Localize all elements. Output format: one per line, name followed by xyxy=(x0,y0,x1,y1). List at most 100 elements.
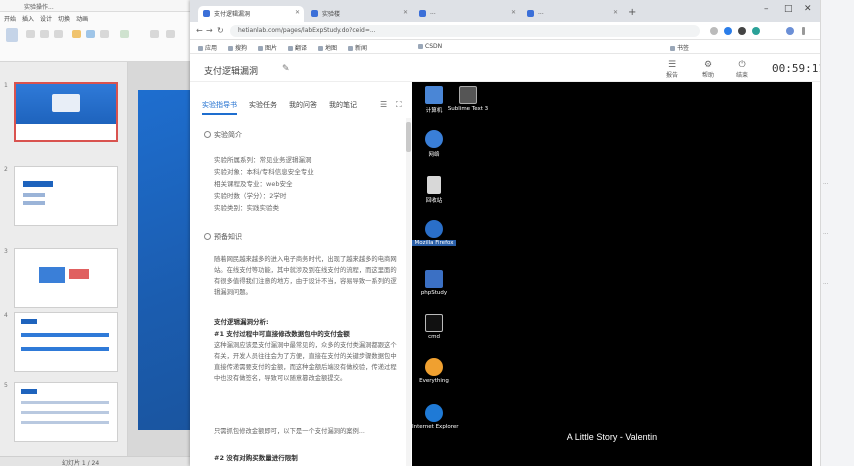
desktop-icon-recycle-bin[interactable]: 回收站 xyxy=(412,176,456,204)
ppt-tab-design[interactable]: 设计 xyxy=(40,14,52,23)
tab-label: ... xyxy=(430,9,436,16)
tab-4[interactable]: ... ✕ xyxy=(522,6,622,22)
slide-counter: 幻灯片 1 / 24 xyxy=(62,460,100,466)
tab-guide[interactable]: 实验指导书 xyxy=(202,100,237,115)
end-button[interactable]: ⏻ 结束 xyxy=(736,60,748,79)
bookmark-item[interactable]: CSDN xyxy=(418,43,442,50)
ppt-tab-home[interactable]: 开始 xyxy=(4,14,16,23)
background-text: ... xyxy=(823,230,829,236)
slide-thumb-2[interactable] xyxy=(14,166,118,226)
slide-thumb-3[interactable] xyxy=(14,248,118,308)
desktop-icon-sublime[interactable]: Sublime Text 3 xyxy=(446,86,490,112)
paragraph: 只需抓包修改金额即可，以下是一个支付漏洞的案例... xyxy=(214,428,365,435)
profile-avatar-icon[interactable] xyxy=(786,27,794,35)
bookmark-item[interactable]: 地图 xyxy=(318,43,337,52)
help-icon: ⚙ xyxy=(703,60,713,70)
browser-window: 支付逻辑漏洞 ✕ 实验楼 ✕ ... ✕ ... ✕ + – □ ✕ ← → ↻… xyxy=(190,0,825,466)
layout-icon[interactable] xyxy=(120,30,129,38)
info-audience: 实验对象：本科/专科信息安全专业 xyxy=(214,168,314,176)
screen: 实验操作... 开始 插入 设计 切换 动画 1 2 3 4 5 幻灯片 1 /… xyxy=(0,0,854,466)
bookmark-item[interactable]: 翻译 xyxy=(288,43,307,52)
extension-icon[interactable] xyxy=(724,27,732,35)
minimize-icon[interactable]: – xyxy=(764,4,769,14)
close-window-icon[interactable]: ✕ xyxy=(804,4,812,14)
close-tab-icon[interactable]: ✕ xyxy=(295,9,300,16)
shape-icon[interactable] xyxy=(72,30,81,38)
maximize-icon[interactable]: □ xyxy=(784,4,793,14)
music-caption: A Little Story - Valentin xyxy=(566,432,658,442)
bookmark-item[interactable]: 新闻 xyxy=(348,43,367,52)
ppt-ribbon: 开始 插入 设计 切换 动画 xyxy=(0,12,190,62)
bookmark-item[interactable]: 书签 xyxy=(670,43,689,52)
paragraph: 这种漏洞应该是支付漏洞中最常见的，众多的支付类漏洞都跟这个有关，开发人员往往会为… xyxy=(214,342,397,382)
desktop-icon-cmd[interactable]: cmd xyxy=(412,314,456,340)
site-favicon-icon xyxy=(311,10,318,17)
ppt-tab-animation[interactable]: 动画 xyxy=(76,14,88,23)
desktop-icon-ie[interactable]: Internet Explorer xyxy=(412,404,459,430)
textbox-icon[interactable] xyxy=(100,30,109,38)
extension-icon[interactable] xyxy=(752,27,760,35)
close-tab-icon[interactable]: ✕ xyxy=(613,9,618,16)
help-button[interactable]: ⚙ 帮助 xyxy=(702,60,714,79)
bookmark-item[interactable]: 搜狗 xyxy=(228,43,247,52)
lab-page: 支付逻辑漏洞 ✎ ☰ 报告 ⚙ 帮助 ⏻ 结束 00:59:11 实验指导书 实… xyxy=(190,54,825,466)
tab-label: ... xyxy=(538,9,544,16)
bookmark-item[interactable]: 应用 xyxy=(198,43,217,52)
report-button[interactable]: ☰ 报告 xyxy=(666,60,678,79)
background-text: ... xyxy=(823,280,829,286)
forward-icon[interactable]: → xyxy=(206,26,213,35)
remote-desktop[interactable]: 计算机 Sublime Text 3 网络 回收站 Mozilla Firefo… xyxy=(412,82,812,466)
slide-thumb-1[interactable] xyxy=(14,82,118,142)
close-tab-icon[interactable]: ✕ xyxy=(403,9,408,16)
close-tab-icon[interactable]: ✕ xyxy=(511,9,516,16)
slide-thumbnail-pane[interactable]: 1 2 3 4 5 xyxy=(0,62,128,458)
page-header: 支付逻辑漏洞 ✎ ☰ 报告 ⚙ 帮助 ⏻ 结束 00:59:11 xyxy=(190,54,825,82)
extension-icon[interactable] xyxy=(738,27,746,35)
tab-lab[interactable]: 支付逻辑漏洞 ✕ xyxy=(198,6,304,22)
edit-icon[interactable]: ✎ xyxy=(282,64,290,74)
tab-tasks[interactable]: 实验任务 xyxy=(249,100,277,115)
font-icon[interactable] xyxy=(26,30,35,38)
new-tab-button[interactable]: + xyxy=(628,7,636,18)
menu-icon[interactable] xyxy=(802,27,805,35)
align-icon[interactable] xyxy=(54,30,63,38)
slide-thumb-4[interactable] xyxy=(14,312,118,372)
desktop-icon-everything[interactable]: Everything xyxy=(412,358,456,384)
guide-pane: 实验指导书 实验任务 我的问答 我的笔记 ☰ ⛶ 实验简介 实验所属系列：常见业… xyxy=(190,82,412,466)
recycle-bin-icon xyxy=(427,176,441,194)
page-title: 支付逻辑漏洞 xyxy=(204,67,259,77)
paste-icon[interactable] xyxy=(6,28,18,42)
tab-notes[interactable]: 我的笔记 xyxy=(329,100,357,115)
replace-icon[interactable] xyxy=(166,30,175,38)
reload-icon[interactable]: ↻ xyxy=(217,26,224,35)
address-bar[interactable]: hetianlab.com/pages/labExpStudy.do?ceid=… xyxy=(230,25,700,37)
tab-qa[interactable]: 我的问答 xyxy=(289,100,317,115)
fullscreen-icon[interactable]: ⛶ xyxy=(396,100,402,110)
address-toolbar: ← → ↻ hetianlab.com/pages/labExpStudy.do… xyxy=(190,22,820,40)
star-icon[interactable] xyxy=(710,27,718,35)
bold-icon[interactable] xyxy=(40,30,49,38)
find-icon[interactable] xyxy=(150,30,159,38)
ppt-tab-transition[interactable]: 切换 xyxy=(58,14,70,23)
info-course: 相关课程及专业：web安全 xyxy=(214,180,293,188)
guide-scrollbar[interactable] xyxy=(406,118,411,466)
paragraph: 随着网民越来越多的进入电子商务时代，出现了越来越多的电商网站。在线支付等功能，其… xyxy=(214,256,397,296)
back-icon[interactable]: ← xyxy=(196,26,203,35)
slide-canvas-background xyxy=(138,90,190,430)
presentation-app: 实验操作... 开始 插入 设计 切换 动画 1 2 3 4 5 幻灯片 1 /… xyxy=(0,0,190,466)
internet-explorer-icon xyxy=(425,404,443,422)
desktop-icon-firefox[interactable]: Mozilla Firefox xyxy=(412,220,456,246)
bookmark-item[interactable]: 图片 xyxy=(258,43,277,52)
desktop-icon-phpstudy[interactable]: phpStudy xyxy=(412,270,456,296)
guide-scroll-thumb[interactable] xyxy=(406,122,411,152)
tab-3[interactable]: ... ✕ xyxy=(414,6,520,22)
slide-canvas-area xyxy=(128,62,190,458)
help-label: 帮助 xyxy=(702,72,715,79)
picture-icon[interactable] xyxy=(86,30,95,38)
desktop-icon-network[interactable]: 网络 xyxy=(412,130,456,158)
tab-2[interactable]: 实验楼 ✕ xyxy=(306,6,412,22)
ppt-tab-insert[interactable]: 插入 xyxy=(22,14,34,23)
list-view-icon[interactable]: ☰ xyxy=(380,100,387,109)
slide-thumb-5[interactable] xyxy=(14,382,118,442)
slide-number: 4 xyxy=(4,312,8,319)
